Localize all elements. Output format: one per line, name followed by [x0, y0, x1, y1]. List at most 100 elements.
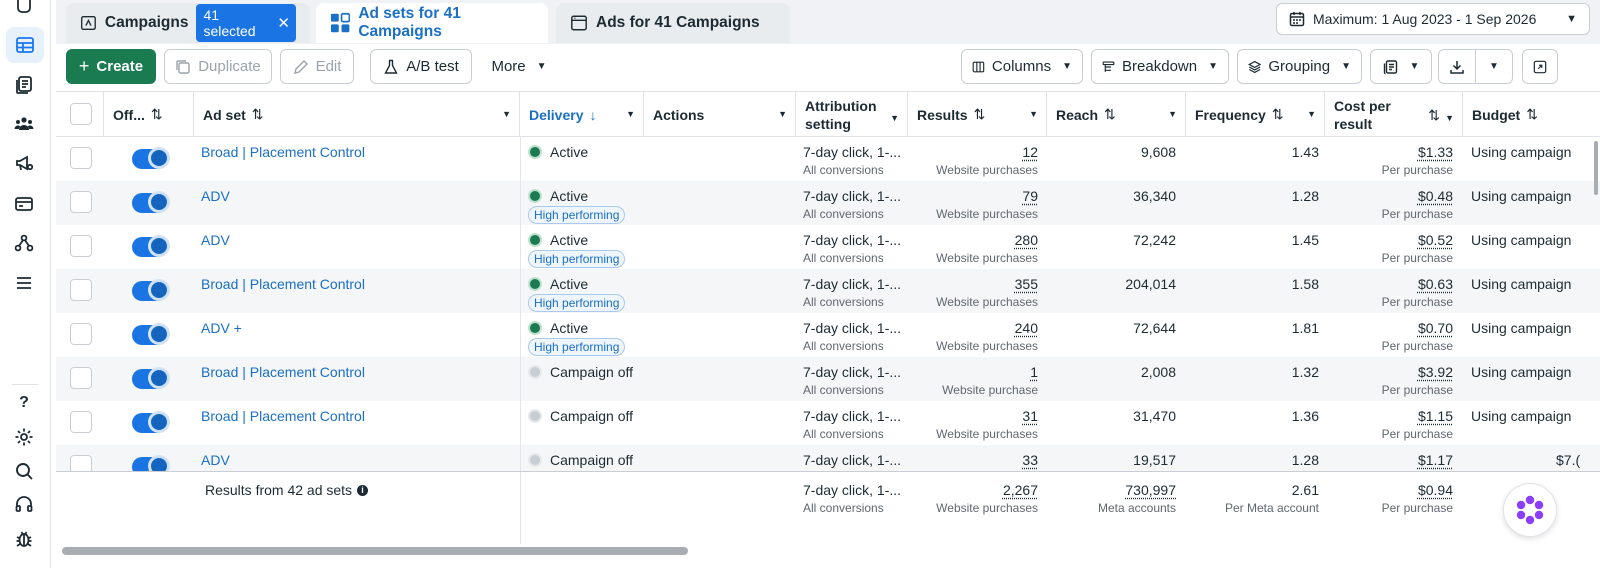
ai-assistant-button[interactable]: [1503, 483, 1557, 537]
summary-cost-per-result[interactable]: $0.94: [1418, 482, 1453, 498]
chevron-down-icon[interactable]: ▼: [890, 109, 899, 127]
chevron-down-icon[interactable]: ▼: [626, 109, 635, 119]
ad-set-name-link[interactable]: Broad | Placement Control: [201, 364, 365, 380]
search-icon[interactable]: [11, 458, 37, 484]
all-tools-menu-icon[interactable]: [11, 270, 37, 296]
table-row[interactable]: Broad | Placement Control Campaign off 7-d…: [56, 401, 1600, 445]
sort-icon[interactable]: ⇅: [1104, 106, 1116, 123]
on-off-toggle[interactable]: [132, 367, 170, 389]
header-off-on[interactable]: Off... ⇅: [104, 92, 194, 137]
cost-per-result-value[interactable]: $1.15: [1418, 408, 1453, 424]
ad-set-name-link[interactable]: ADV: [201, 452, 230, 468]
on-off-toggle[interactable]: [132, 235, 170, 257]
table-row[interactable]: ADV Active High performing 7-day click, 1-.…: [56, 225, 1600, 269]
chevron-down-icon[interactable]: ▼: [1445, 109, 1454, 127]
header-cost-per-result[interactable]: Cost per result ⇅ ▼: [1325, 92, 1463, 137]
cost-per-result-value[interactable]: $1.33: [1418, 144, 1453, 160]
chevron-down-icon[interactable]: ▼: [1029, 109, 1038, 119]
sort-icon[interactable]: ⇅: [252, 106, 264, 123]
selected-count-badge[interactable]: 41 selected ✕: [196, 4, 296, 42]
tab-ads[interactable]: Ads for 41 Campaigns: [556, 3, 790, 43]
table-row[interactable]: Broad | Placement Control Campaign off 7-d…: [56, 357, 1600, 401]
results-value[interactable]: 79: [1022, 188, 1038, 204]
on-off-toggle[interactable]: [132, 323, 170, 345]
info-icon[interactable]: i: [357, 484, 369, 496]
ab-test-button[interactable]: A/B test: [370, 49, 472, 84]
chevron-down-icon[interactable]: ▼: [1307, 109, 1316, 119]
results-value[interactable]: 33: [1022, 452, 1038, 468]
ad-set-name-link[interactable]: ADV: [201, 188, 230, 204]
row-checkbox[interactable]: [70, 191, 92, 213]
table-row[interactable]: ADV + Active High performing 7-day click, 1…: [56, 313, 1600, 357]
ad-set-name-link[interactable]: Broad | Placement Control: [201, 144, 365, 160]
table-row[interactable]: Broad | Placement Control Active High perf…: [56, 269, 1600, 313]
on-off-toggle[interactable]: [132, 279, 170, 301]
sort-icon[interactable]: ⇅: [1428, 106, 1440, 124]
cost-per-result-value[interactable]: $0.48: [1418, 188, 1453, 204]
header-actions[interactable]: Actions ▼: [644, 92, 796, 137]
ad-set-name-link[interactable]: ADV: [201, 232, 230, 248]
header-results[interactable]: Results ⇅ ▼: [908, 92, 1047, 137]
ads-manager-table-icon[interactable]: [6, 27, 44, 63]
row-checkbox[interactable]: [70, 279, 92, 301]
chevron-down-icon[interactable]: ▼: [502, 109, 511, 119]
bug-report-icon[interactable]: [11, 526, 37, 552]
duplicate-button[interactable]: Duplicate: [164, 49, 272, 84]
billing-card-icon[interactable]: [11, 191, 37, 217]
row-checkbox[interactable]: [70, 411, 92, 433]
results-value[interactable]: 31: [1022, 408, 1038, 424]
cost-per-result-value[interactable]: $0.52: [1418, 232, 1453, 248]
home-icon[interactable]: [11, 0, 37, 20]
sort-icon[interactable]: ⇅: [1526, 106, 1538, 123]
support-headset-icon[interactable]: [11, 492, 37, 518]
edit-button[interactable]: Edit: [280, 49, 354, 84]
select-all-checkbox[interactable]: [70, 103, 92, 125]
create-button[interactable]: + Create: [66, 49, 156, 84]
results-value[interactable]: 12: [1022, 144, 1038, 160]
help-icon[interactable]: ?: [11, 390, 37, 416]
sort-descending-icon[interactable]: ↓: [589, 107, 596, 123]
pages-icon[interactable]: [11, 72, 37, 98]
sort-icon[interactable]: ⇅: [1272, 106, 1284, 123]
date-range-picker[interactable]: Maximum: 1 Aug 2023 - 1 Sep 2026 ▼: [1276, 3, 1590, 35]
on-off-toggle[interactable]: [132, 411, 170, 433]
row-checkbox[interactable]: [70, 323, 92, 345]
results-value[interactable]: 240: [1015, 320, 1038, 336]
row-checkbox[interactable]: [70, 367, 92, 389]
on-off-toggle[interactable]: [132, 191, 170, 213]
settings-gear-icon[interactable]: [11, 424, 37, 450]
tab-ad-sets[interactable]: Ad sets for 41 Campaigns: [316, 3, 548, 43]
results-value[interactable]: 280: [1015, 232, 1038, 248]
breakdown-button[interactable]: Breakdown ▼: [1091, 49, 1229, 84]
clear-selection-close-icon[interactable]: ✕: [277, 16, 290, 31]
tab-campaigns[interactable]: Campaigns 41 selected ✕: [66, 3, 310, 43]
columns-button[interactable]: Columns ▼: [961, 49, 1083, 84]
cost-per-result-value[interactable]: $1.17: [1418, 452, 1453, 468]
ad-set-name-link[interactable]: Broad | Placement Control: [201, 408, 365, 424]
horizontal-scrollbar[interactable]: [62, 547, 688, 555]
chevron-down-icon[interactable]: ▼: [778, 109, 787, 119]
campaign-megaphone-icon[interactable]: [11, 150, 37, 176]
vertical-scrollbar[interactable]: [1594, 141, 1598, 195]
summary-results[interactable]: 2,267: [1003, 482, 1038, 498]
events-manager-icon[interactable]: [11, 230, 37, 256]
more-button[interactable]: More ▼: [484, 49, 554, 84]
sort-icon[interactable]: ⇅: [974, 106, 986, 123]
table-row[interactable]: ADV Active High performing 7-day click, 1-.…: [56, 181, 1600, 225]
header-frequency[interactable]: Frequency ⇅ ▼: [1186, 92, 1325, 137]
header-delivery[interactable]: Delivery ↓ ▼: [520, 92, 644, 137]
grouping-button[interactable]: Grouping ▼: [1237, 49, 1362, 84]
header-attribution-setting[interactable]: Attribution setting ▼: [796, 92, 908, 137]
export-button[interactable]: [1438, 49, 1476, 84]
export-dropdown-button[interactable]: ▼: [1475, 49, 1513, 84]
ad-set-name-link[interactable]: Broad | Placement Control: [201, 276, 365, 292]
header-budget[interactable]: Budget ⇅: [1463, 92, 1600, 137]
table-row[interactable]: Broad | Placement Control Active 7-day cli…: [56, 137, 1600, 181]
ad-set-name-link[interactable]: ADV +: [201, 320, 242, 336]
summary-reach[interactable]: 730,997: [1125, 482, 1176, 498]
row-checkbox[interactable]: [70, 147, 92, 169]
header-ad-set[interactable]: Ad set ⇅ ▼: [194, 92, 520, 137]
expand-panel-button[interactable]: [1522, 49, 1558, 84]
header-reach[interactable]: Reach ⇅ ▼: [1047, 92, 1186, 137]
cost-per-result-value[interactable]: $0.63: [1418, 276, 1453, 292]
